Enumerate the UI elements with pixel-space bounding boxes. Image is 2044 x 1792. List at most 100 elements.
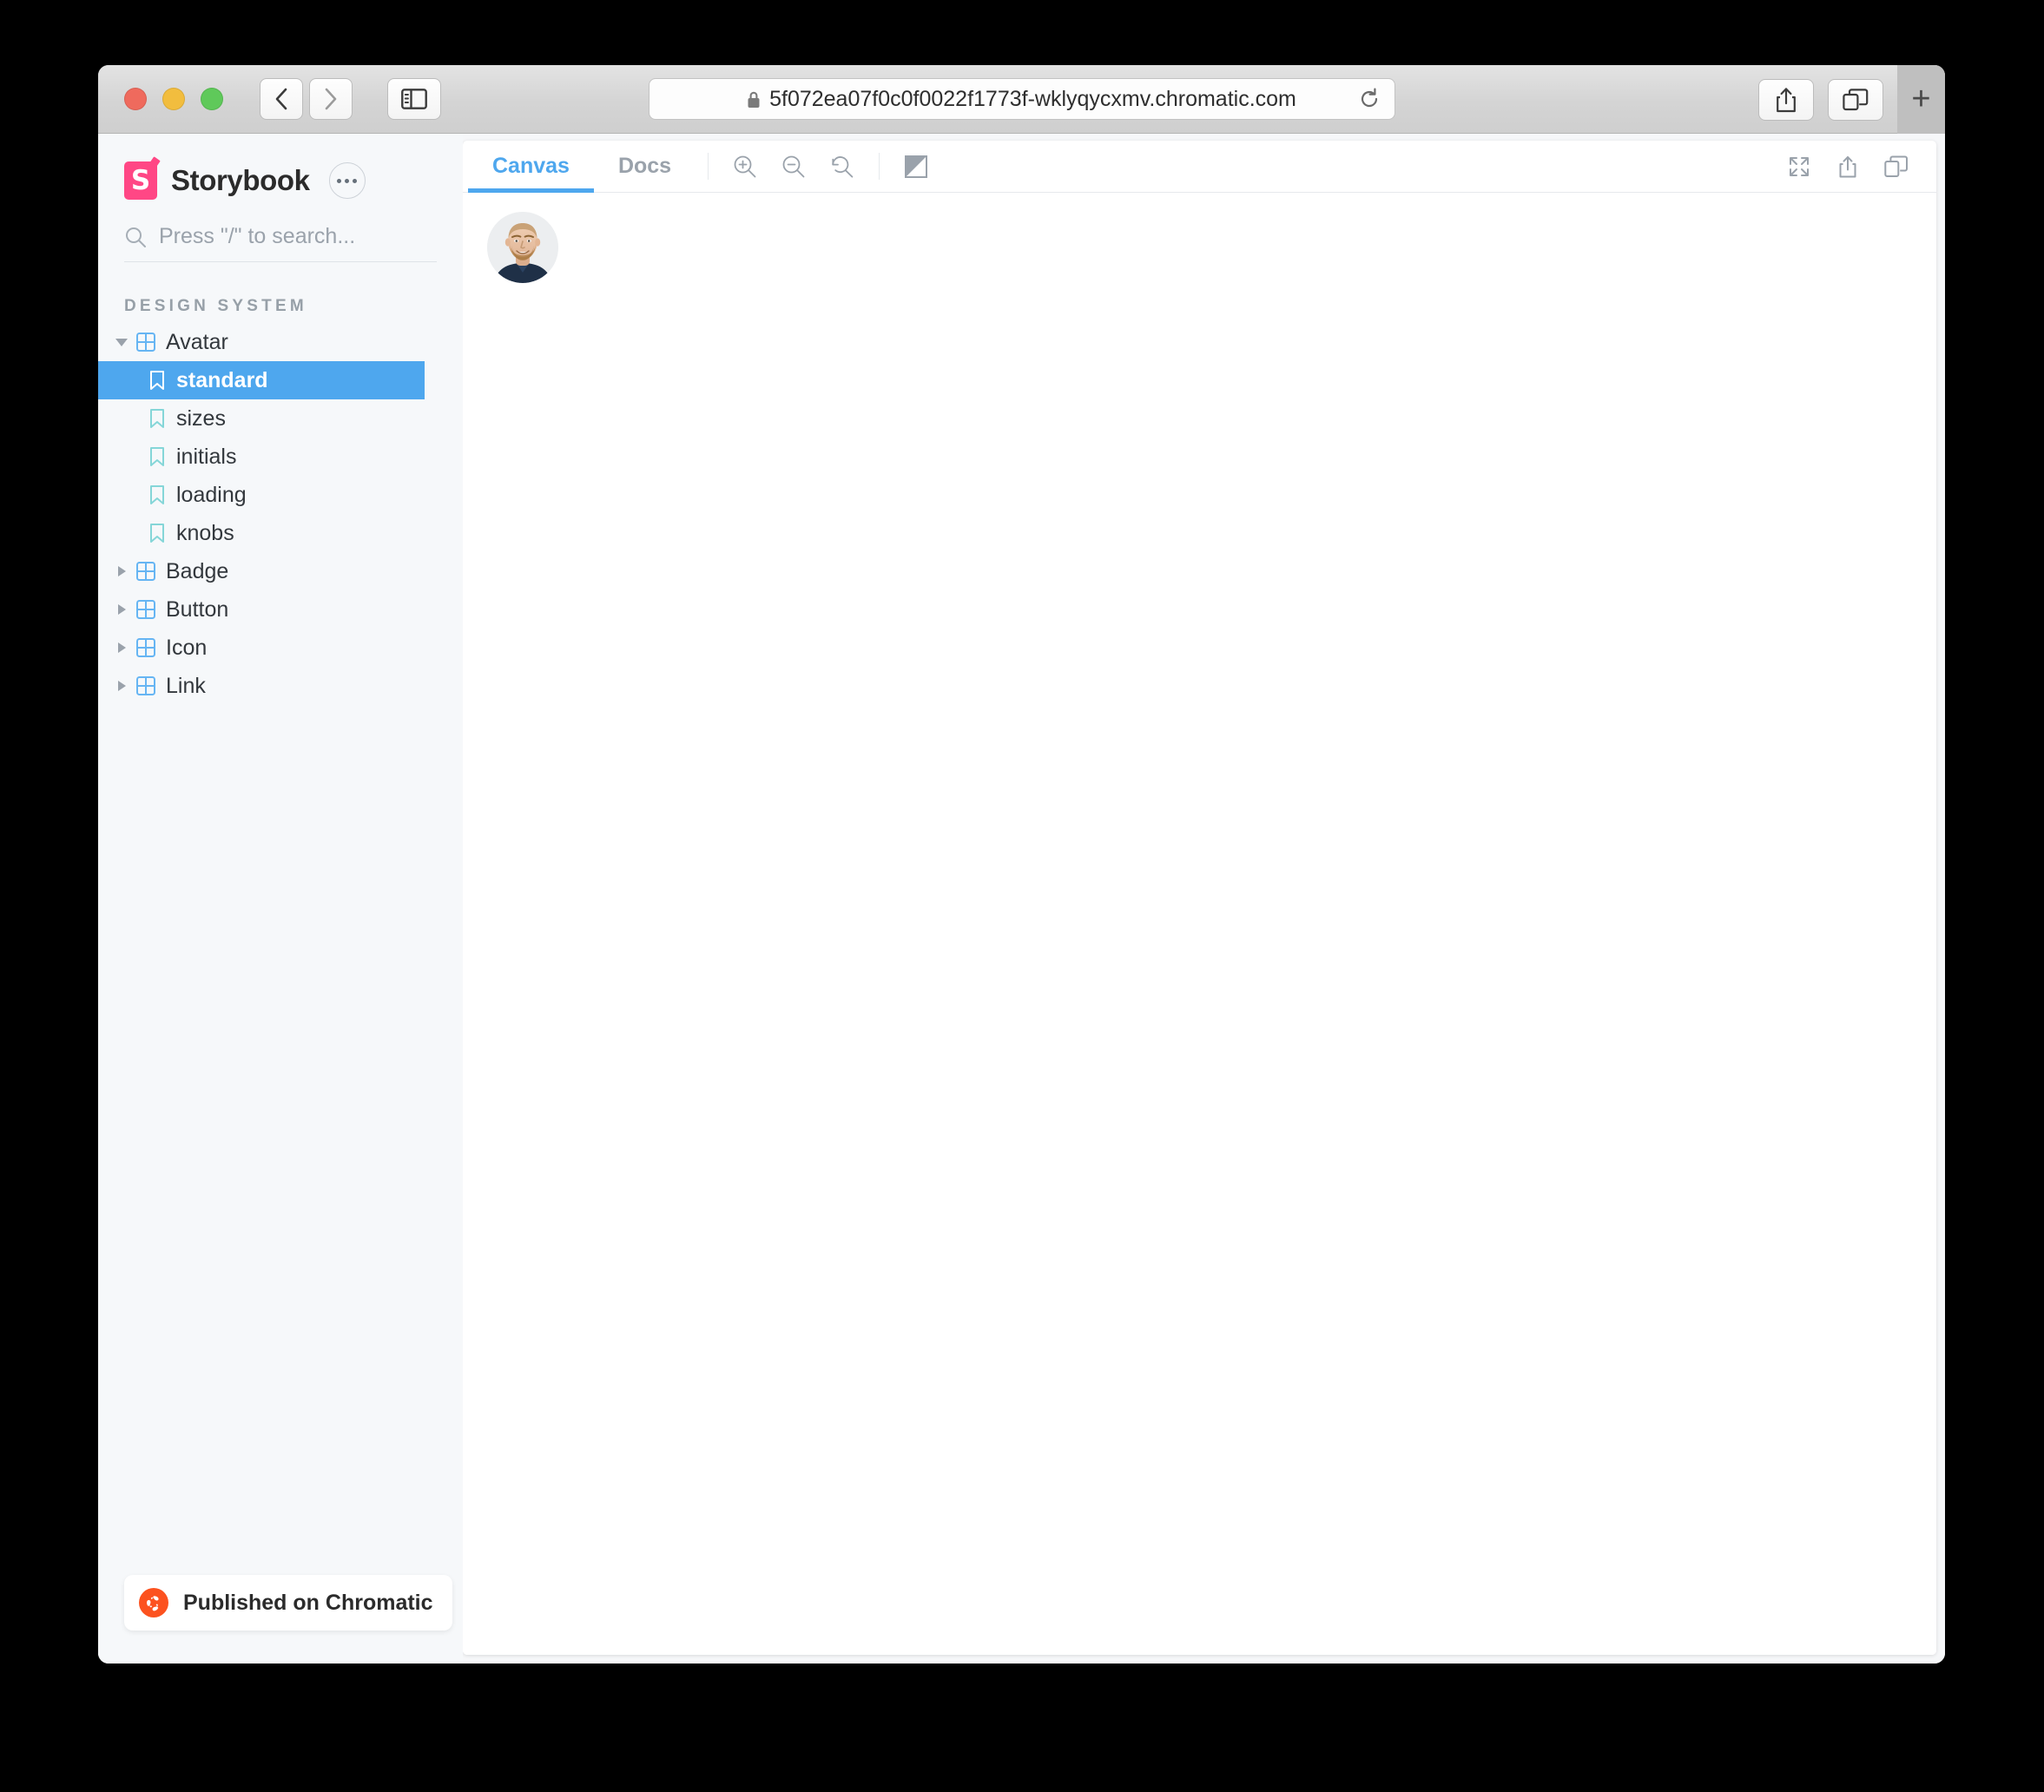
expand-caret[interactable] — [110, 566, 133, 576]
maximize-window-button[interactable] — [201, 88, 223, 110]
component-icon — [133, 561, 159, 582]
tree-item-label: knobs — [176, 520, 234, 545]
tree-item-icon[interactable]: Icon — [98, 629, 463, 667]
sidebar-toggle-wrapper — [387, 78, 441, 120]
chromatic-badge-label: Published on Chromatic — [183, 1590, 433, 1615]
tab-overview-button[interactable] — [1828, 78, 1883, 121]
back-button[interactable] — [260, 78, 303, 120]
story-icon — [145, 484, 169, 505]
component-icon — [133, 599, 159, 620]
copy-tabs-icon — [1843, 88, 1869, 110]
expand-caret[interactable] — [110, 642, 133, 653]
canvas-toolbar-right — [1775, 141, 1936, 192]
canvas-panel: Canvas Docs — [463, 141, 1936, 1655]
tree-item-label: initials — [176, 444, 237, 469]
component-icon — [133, 637, 159, 658]
tree-item-label: Badge — [166, 558, 229, 583]
sidebar-panel-icon — [401, 89, 427, 109]
chevron-right-icon — [325, 88, 337, 110]
search-placeholder: Press "/" to search... — [159, 224, 356, 248]
zoom-in-button[interactable] — [721, 141, 769, 192]
expand-caret[interactable] — [110, 681, 133, 691]
chromatic-logo-icon — [139, 1588, 168, 1617]
tree-item-button[interactable]: Button — [98, 590, 463, 629]
fullscreen-button[interactable] — [1775, 155, 1823, 179]
sidebar-header: S Storybook — [98, 134, 463, 200]
copy-icon — [1884, 155, 1908, 177]
window-controls — [124, 88, 223, 110]
zoom-out-icon — [782, 155, 805, 177]
tree-item-link[interactable]: Link — [98, 667, 463, 705]
sidebar-section-label: DESIGN SYSTEM — [124, 297, 307, 315]
zoom-out-button[interactable] — [769, 141, 818, 192]
toolbar-divider — [879, 153, 880, 180]
browser-titlebar: 5f072ea07f0c0f0022f1773f-wklyqycxmv.chro… — [98, 65, 1945, 134]
tree-item-initials[interactable]: initials — [98, 438, 463, 476]
forward-button[interactable] — [309, 78, 353, 120]
reload-button[interactable] — [1358, 88, 1381, 110]
tree-item-standard[interactable]: standard — [98, 361, 425, 399]
tree-item-knobs[interactable]: knobs — [98, 514, 463, 552]
open-in-new-tab-button[interactable] — [1823, 155, 1872, 179]
browser-share-button[interactable] — [1758, 78, 1814, 121]
browser-window: 5f072ea07f0c0f0022f1773f-wklyqycxmv.chro… — [98, 65, 1945, 1664]
story-icon — [145, 523, 169, 544]
canvas-preview — [463, 193, 1936, 1655]
search-input[interactable]: Press "/" to search... — [124, 224, 437, 262]
lock-icon — [747, 90, 761, 109]
story-icon — [145, 370, 169, 391]
close-window-button[interactable] — [124, 88, 147, 110]
tree-item-label: Link — [166, 673, 206, 698]
minimize-window-button[interactable] — [162, 88, 185, 110]
menu-dot — [353, 178, 358, 183]
background-toggle-icon — [905, 155, 928, 178]
tree-item-label: sizes — [176, 405, 226, 431]
address-bar-url: 5f072ea07f0c0f0022f1773f-wklyqycxmv.chro… — [769, 86, 1296, 111]
storybook-logo-letter: S — [130, 164, 151, 196]
storybook-logo-icon: S — [124, 161, 157, 200]
menu-dot — [345, 178, 350, 183]
storybook-app: S Storybook Press "/" to search... DESIG… — [98, 134, 1945, 1664]
tree-item-loading[interactable]: loading — [98, 476, 463, 514]
canvas-toolbar: Canvas Docs — [463, 141, 1936, 193]
address-bar[interactable]: 5f072ea07f0c0f0022f1773f-wklyqycxmv.chro… — [648, 78, 1395, 120]
toolbar-divider — [708, 153, 709, 180]
share-icon — [1777, 87, 1796, 112]
storybook-sidebar: S Storybook Press "/" to search... DESIG… — [98, 134, 463, 1664]
story-icon — [145, 446, 169, 467]
share-icon — [1839, 155, 1856, 177]
component-icon — [133, 675, 159, 696]
copy-canvas-link-button[interactable] — [1872, 155, 1921, 178]
tree-item-badge[interactable]: Badge — [98, 552, 463, 590]
browser-sidebar-toggle-button[interactable] — [387, 78, 441, 120]
menu-dot — [337, 178, 342, 183]
tree-item-label: loading — [176, 482, 247, 507]
zoom-in-icon — [734, 155, 756, 177]
tree-item-label: standard — [176, 367, 268, 392]
tab-docs[interactable]: Docs — [594, 141, 696, 192]
tree-item-label: Button — [166, 596, 229, 622]
expand-caret[interactable] — [110, 604, 133, 615]
navigation-buttons — [260, 78, 353, 120]
tree-item-avatar[interactable]: Avatar — [98, 323, 463, 361]
story-icon — [145, 408, 169, 429]
background-toggle-button[interactable] — [892, 141, 940, 192]
story-tree: Avatar standard sizes initials loading k… — [98, 323, 463, 705]
tree-item-sizes[interactable]: sizes — [98, 399, 463, 438]
zoom-reset-button[interactable] — [818, 141, 867, 192]
reload-icon — [1361, 88, 1377, 108]
avatar — [487, 212, 558, 283]
new-tab-button[interactable]: + — [1897, 65, 1945, 134]
published-on-chromatic-badge[interactable]: Published on Chromatic — [124, 1575, 452, 1631]
tree-item-label: Avatar — [166, 329, 228, 354]
expand-icon — [1790, 156, 1809, 176]
collapse-caret[interactable] — [110, 338, 133, 346]
zoom-reset-icon — [832, 155, 854, 178]
tab-canvas[interactable]: Canvas — [468, 141, 594, 193]
chevron-left-icon — [275, 88, 287, 110]
search-icon — [126, 227, 146, 247]
brand-title: Storybook — [171, 164, 310, 196]
sidebar-menu-button[interactable] — [328, 162, 366, 199]
tree-item-label: Icon — [166, 635, 208, 660]
component-icon — [133, 332, 159, 352]
